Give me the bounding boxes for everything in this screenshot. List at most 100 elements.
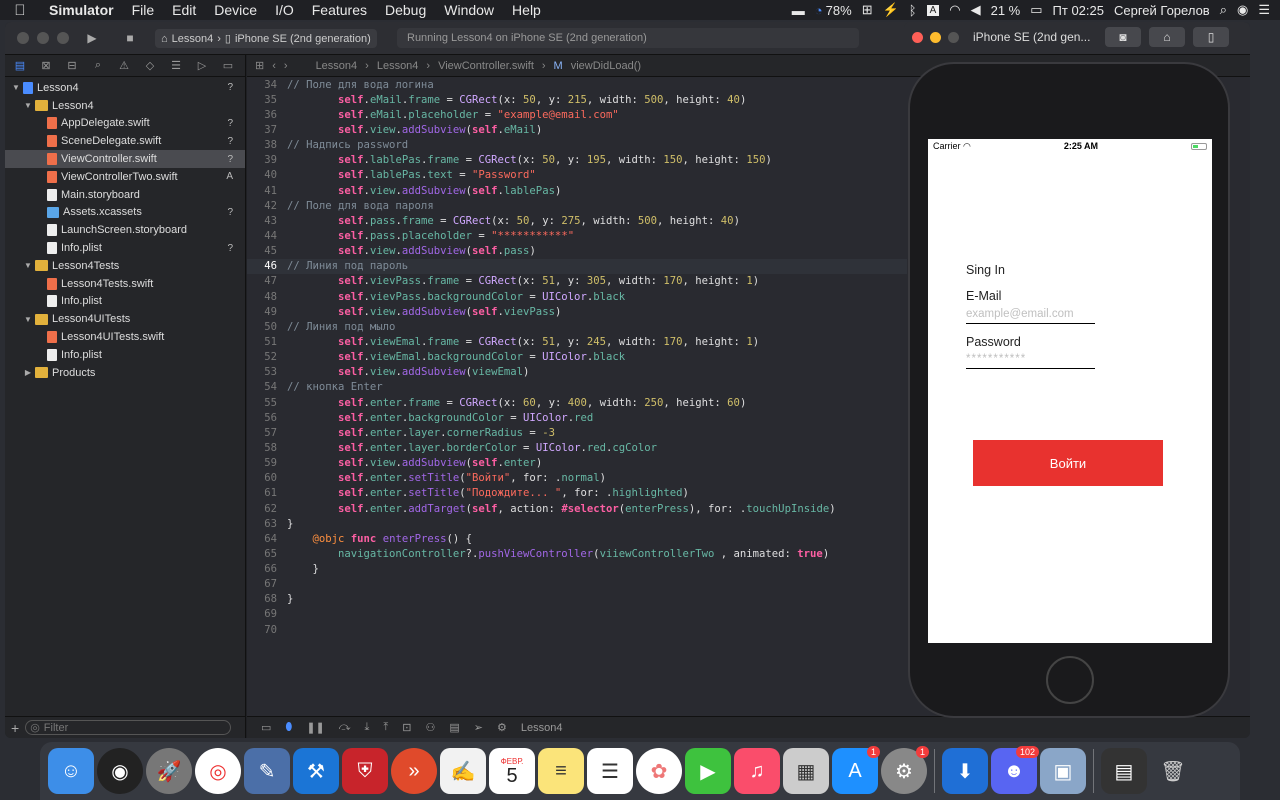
spotlight-search-icon[interactable]: ⌕ [1220, 2, 1227, 18]
navigator-row[interactable]: Info.plist [5, 293, 245, 311]
code-line[interactable]: 60 self.enter.setTitle("Войти", for: .no… [247, 471, 907, 486]
navigator-row[interactable]: Main.storyboard [5, 186, 245, 204]
disclosure-triangle-icon[interactable]: ▼ [11, 83, 21, 92]
line-number[interactable]: 68 [247, 593, 287, 605]
code-line[interactable]: 43 self.pass.frame = CGRect(x: 50, y: 27… [247, 213, 907, 228]
recent-window-icon[interactable]: ▤ [1101, 748, 1147, 794]
pause-icon[interactable]: ❚❚ [306, 721, 324, 734]
jumpbar-crumb-file[interactable]: ViewController.swift [438, 60, 534, 72]
code-line[interactable]: 35 self.eMail.frame = CGRect(x: 50, y: 2… [247, 92, 907, 107]
report-navigator-icon[interactable]: ▭ [219, 59, 237, 72]
code-line[interactable]: 64 @objc func enterPress() { [247, 531, 907, 546]
wifi-icon[interactable]: ◠ [949, 2, 960, 18]
navigator-row[interactable]: ▼ Lesson4 [5, 97, 245, 115]
code-line[interactable]: 58 self.enter.layer.borderColor = UIColo… [247, 440, 907, 455]
navigator-row[interactable]: ▼ Lesson4? [5, 79, 245, 97]
disclosure-triangle-icon[interactable]: ▼ [23, 315, 33, 324]
filter-input[interactable]: ◎ Filter [25, 720, 232, 735]
vpn-icon[interactable]: ⊞ [862, 2, 873, 18]
menu-edit[interactable]: Edit [163, 2, 205, 18]
clock[interactable]: Пт 02:25 [1053, 3, 1104, 18]
step-over-icon[interactable]: ⤼ [339, 721, 351, 734]
remote-desktop-icon[interactable]: » [391, 748, 437, 794]
rotate-button[interactable]: ▯ [1193, 27, 1229, 47]
navigator-row[interactable]: ▼ Lesson4Tests [5, 257, 245, 275]
iphone-screen[interactable]: Carrier ◠ 2:25 AM Sing In E-Mail example… [928, 139, 1212, 643]
navigator-row[interactable]: Info.plist [5, 346, 245, 364]
code-line[interactable]: 56 self.enter.backgroundColor = UIColor.… [247, 410, 907, 425]
bluetooth-icon[interactable]: ᛒ [909, 3, 917, 18]
code-line[interactable]: 36 self.eMail.placeholder = "example@ema… [247, 107, 907, 122]
test-navigator-icon[interactable]: ◇ [141, 59, 159, 72]
code-line[interactable]: 53 self.view.addSubview(viewEmal) [247, 365, 907, 380]
navigator-row[interactable]: SceneDelegate.swift? [5, 132, 245, 150]
disclosure-triangle-icon[interactable]: ▼ [23, 101, 33, 110]
line-number[interactable]: 49 [247, 306, 287, 318]
hardware-home-button[interactable] [1046, 656, 1094, 704]
line-number[interactable]: 35 [247, 94, 287, 106]
password-field[interactable]: *********** [966, 353, 1026, 365]
back-icon[interactable]: ‹ [272, 60, 276, 72]
code-line[interactable]: 55 self.enter.frame = CGRect(x: 60, y: 4… [247, 395, 907, 410]
line-number[interactable]: 55 [247, 397, 287, 409]
line-number[interactable]: 40 [247, 169, 287, 181]
code-line[interactable]: 69 [247, 607, 907, 622]
line-number[interactable]: 64 [247, 533, 287, 545]
code-line[interactable]: 40 self.lablePas.text = "Password" [247, 168, 907, 183]
code-line[interactable]: 45 self.view.addSubview(self.pass) [247, 244, 907, 259]
code-line[interactable]: 34// Поле для вода логина [247, 77, 907, 92]
line-number[interactable]: 46 [247, 260, 287, 272]
zoom-button[interactable] [948, 31, 959, 43]
keyboard-layout-icon[interactable]: A [926, 4, 940, 16]
line-number[interactable]: 44 [247, 230, 287, 242]
related-items-icon[interactable]: ⊞ [255, 59, 264, 72]
code-line[interactable]: 39 self.lablePas.frame = CGRect(x: 50, y… [247, 153, 907, 168]
project-navigator-icon[interactable]: ▤ [11, 59, 29, 72]
code-line[interactable]: 47 self.vievPass.frame = CGRect(x: 51, y… [247, 274, 907, 289]
calendar-icon[interactable]: ФЕВР. 5 [489, 748, 535, 794]
line-number[interactable]: 37 [247, 124, 287, 136]
menu-device[interactable]: Device [205, 2, 266, 18]
debug-navigator-icon[interactable]: ☰ [167, 59, 185, 72]
code-line[interactable]: 46// Линия под пароль [247, 258, 907, 274]
code-line[interactable]: 41 self.view.addSubview(self.lablePas) [247, 183, 907, 198]
breakpoints-icon[interactable]: ⬮ [285, 721, 292, 734]
source-control-icon[interactable]: ⊠ [37, 59, 55, 72]
minimize-button[interactable] [37, 32, 49, 44]
apple-menu-icon[interactable]:  [0, 2, 40, 19]
line-number[interactable]: 62 [247, 503, 287, 515]
close-button[interactable] [17, 32, 29, 44]
system-preferences-icon[interactable]: ⚙ 1 [881, 746, 929, 794]
navigator-row[interactable]: ▼ Lesson4UITests [5, 310, 245, 328]
chrome-icon[interactable]: ◎ [195, 748, 241, 794]
navigator-row[interactable]: Lesson4UITests.swift [5, 328, 245, 346]
location-icon[interactable]: ➢ [474, 721, 483, 734]
step-out-icon[interactable]: ⤒ [383, 721, 388, 734]
code-line[interactable]: 44 self.pass.placeholder = "***********" [247, 228, 907, 243]
enter-button[interactable]: Войти [973, 440, 1163, 486]
line-number[interactable]: 53 [247, 366, 287, 378]
line-number[interactable]: 42 [247, 200, 287, 212]
line-number[interactable]: 57 [247, 427, 287, 439]
line-number[interactable]: 48 [247, 291, 287, 303]
navigator-row[interactable]: Info.plist? [5, 239, 245, 257]
menu-file[interactable]: File [123, 2, 164, 18]
code-line[interactable]: 42// Поле для вода пароля [247, 198, 907, 213]
line-number[interactable]: 43 [247, 215, 287, 227]
power-icon[interactable]: ⚡ [883, 2, 899, 18]
facetime-icon[interactable]: ▶ [685, 748, 731, 794]
navigator-row[interactable]: AppDelegate.swift? [5, 115, 245, 133]
code-line[interactable]: 68} [247, 592, 907, 607]
code-line[interactable]: 37 self.view.addSubview(self.eMail) [247, 122, 907, 137]
line-number[interactable]: 45 [247, 245, 287, 257]
code-line[interactable]: 63} [247, 516, 907, 531]
status-menu-icon[interactable]: ▬ [792, 3, 805, 18]
line-number[interactable]: 52 [247, 351, 287, 363]
navigator-row[interactable]: ViewController.swift? [5, 150, 245, 168]
menu-features[interactable]: Features [303, 2, 376, 18]
code-area[interactable]: 34// Поле для вода логина 35 self.eMail.f… [247, 77, 907, 637]
code-line[interactable]: 62 self.enter.addTarget(self, action: #s… [247, 501, 907, 516]
photos-icon[interactable]: ✿ [636, 748, 682, 794]
line-number[interactable]: 34 [247, 79, 287, 91]
notes-icon[interactable]: ≡ [538, 748, 584, 794]
